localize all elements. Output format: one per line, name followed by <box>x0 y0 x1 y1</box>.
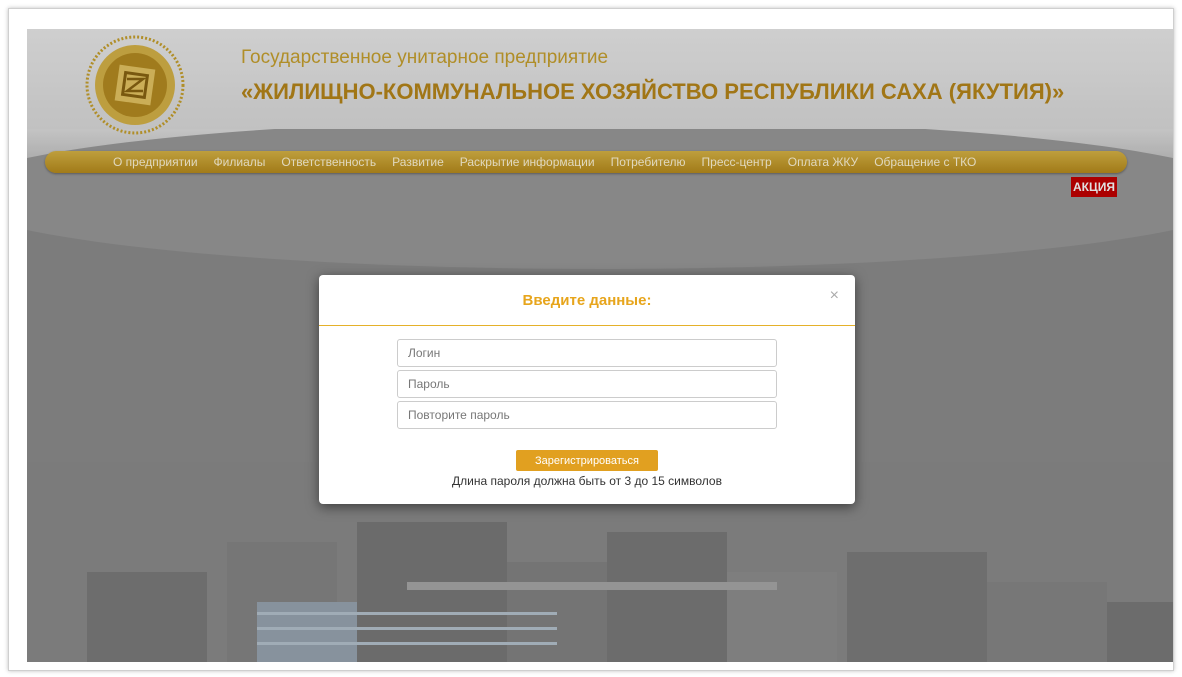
browser-frame: Государственное унитарное предприятие «Ж… <box>8 8 1174 671</box>
password-length-hint: Длина пароля должна быть от 3 до 15 симв… <box>452 474 722 488</box>
modal-title: Введите данные: <box>522 292 652 309</box>
repeat-password-input[interactable] <box>397 401 777 429</box>
register-button[interactable]: Зарегистрироваться <box>516 450 658 471</box>
password-input[interactable] <box>397 370 777 398</box>
page: Государственное унитарное предприятие «Ж… <box>27 29 1173 662</box>
close-icon[interactable]: × <box>830 287 839 305</box>
registration-modal: Введите данные: × Зарегистрироваться Дли… <box>319 275 855 504</box>
modal-header: Введите данные: × <box>319 275 855 326</box>
login-input[interactable] <box>397 339 777 367</box>
